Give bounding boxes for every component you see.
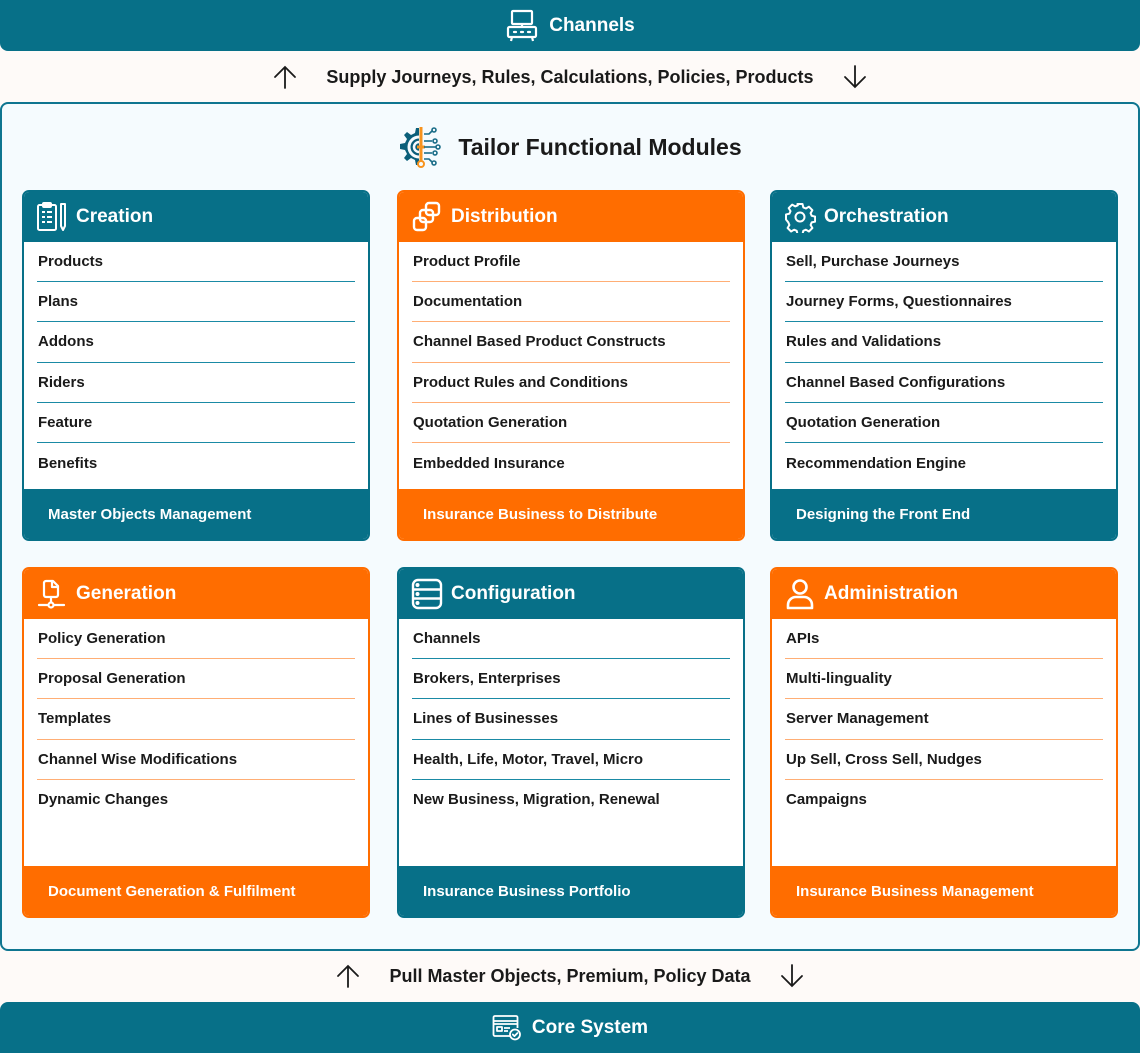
module-item: Riders [37,363,355,403]
supply-flow-label: Supply Journeys, Rules, Calculations, Po… [326,66,814,87]
module-item: Journey Forms, Questionnaires [785,282,1103,323]
channels-bar: Channels [0,0,1140,51]
channels-device-icon [505,9,539,43]
container-title: Tailor Functional Modules [2,124,1138,170]
module-item: Proposal Generation [37,659,355,700]
gear-circuit-icon [398,124,444,170]
functional-modules-container: Tailor Functional Modules Creation Produ… [0,102,1140,951]
pull-flow-label: Pull Master Objects, Premium, Policy Dat… [389,965,751,986]
module-card-creation: Creation Products Plans Addons Riders Fe… [22,190,370,541]
module-header: Creation [24,192,368,242]
user-icon [784,578,816,610]
module-items: Products Plans Addons Riders Feature Ben… [24,242,368,491]
module-title: Orchestration [824,206,949,227]
server-stack-icon [411,578,443,610]
module-item: Recommendation Engine [786,454,967,472]
module-title: Distribution [451,206,558,227]
arrow-up-icon [272,64,298,90]
module-item: Channels [412,619,730,660]
module-item: Addons [37,322,355,363]
module-item: Documentation [412,282,730,323]
module-footer: Master Objects Management [24,489,368,539]
module-item: Multi-linguality [785,659,1103,700]
module-items: Channels Brokers, Enterprises Lines of B… [399,619,743,868]
module-item: Feature [37,403,355,443]
module-item: Quotation Generation [412,403,730,443]
module-item: Policy Generation [37,619,355,660]
module-item: Benefits [38,454,98,472]
module-items: Policy Generation Proposal Generation Te… [24,619,368,868]
module-item: Health, Life, Motor, Travel, Micro [412,740,730,780]
module-items: APIs Multi-linguality Server Management … [772,619,1116,868]
module-item: Embedded Insurance [413,454,565,472]
gear-icon [784,201,816,233]
module-item: Sell, Purchase Journeys [785,242,1103,283]
module-header: Configuration [399,569,743,619]
module-item: Dynamic Changes [38,791,169,809]
document-network-icon [36,578,68,610]
module-items: Sell, Purchase Journeys Journey Forms, Q… [772,242,1116,491]
module-items: Product Profile Documentation Channel Ba… [399,242,743,491]
module-footer: Insurance Business to Distribute [399,489,743,539]
module-item: Products [37,242,355,283]
module-item: Rules and Validations [785,322,1103,363]
pull-flow: Pull Master Objects, Premium, Policy Dat… [0,956,1140,996]
module-title: Generation [76,583,177,604]
module-item: Templates [37,699,355,740]
container-title-label: Tailor Functional Modules [458,133,742,160]
module-item: Lines of Businesses [412,699,730,740]
module-item: Product Profile [412,242,730,283]
module-footer: Insurance Business Management [772,866,1116,916]
module-item: APIs [785,619,1103,660]
module-header: Orchestration [772,192,1116,242]
channels-label: Channels [549,14,635,36]
supply-flow: Supply Journeys, Rules, Calculations, Po… [0,57,1140,97]
module-card-orchestration: Orchestration Sell, Purchase Journeys Jo… [770,190,1118,541]
module-item: Campaigns [786,791,867,809]
module-item: Up Sell, Cross Sell, Nudges [785,740,1103,780]
module-item: Brokers, Enterprises [412,659,730,700]
core-system-bar: Core System [0,1002,1140,1053]
module-title: Creation [76,206,154,227]
clipboard-pencil-icon [36,201,68,233]
arrow-down-icon [842,64,868,90]
core-system-label: Core System [531,1016,649,1038]
module-title: Administration [824,583,959,604]
arrow-down-icon [779,963,805,989]
module-card-configuration: Configuration Channels Brokers, Enterpri… [397,567,745,918]
module-item: New Business, Migration, Renewal [413,791,660,809]
module-card-administration: Administration APIs Multi-linguality Ser… [770,567,1118,918]
module-header: Distribution [399,192,743,242]
arrow-up-icon [335,963,361,989]
module-item: Quotation Generation [785,403,1103,443]
module-item: Server Management [785,699,1103,740]
module-footer: Designing the Front End [772,489,1116,539]
module-item: Channel Based Configurations [785,363,1103,403]
module-header: Generation [24,569,368,619]
core-system-card-icon [492,1014,522,1041]
module-item: Plans [37,282,355,323]
stacked-squares-icon [411,201,443,233]
module-footer: Insurance Business Portfolio [399,866,743,916]
module-header: Administration [772,569,1116,619]
module-title: Configuration [451,583,576,604]
module-item: Channel Based Product Constructs [412,322,730,363]
module-card-generation: Generation Policy Generation Proposal Ge… [22,567,370,918]
module-footer: Document Generation & Fulfilment [24,866,368,916]
module-item: Channel Wise Modifications [37,740,355,780]
module-card-distribution: Distribution Product Profile Documentati… [397,190,745,541]
module-item: Product Rules and Conditions [412,363,730,403]
